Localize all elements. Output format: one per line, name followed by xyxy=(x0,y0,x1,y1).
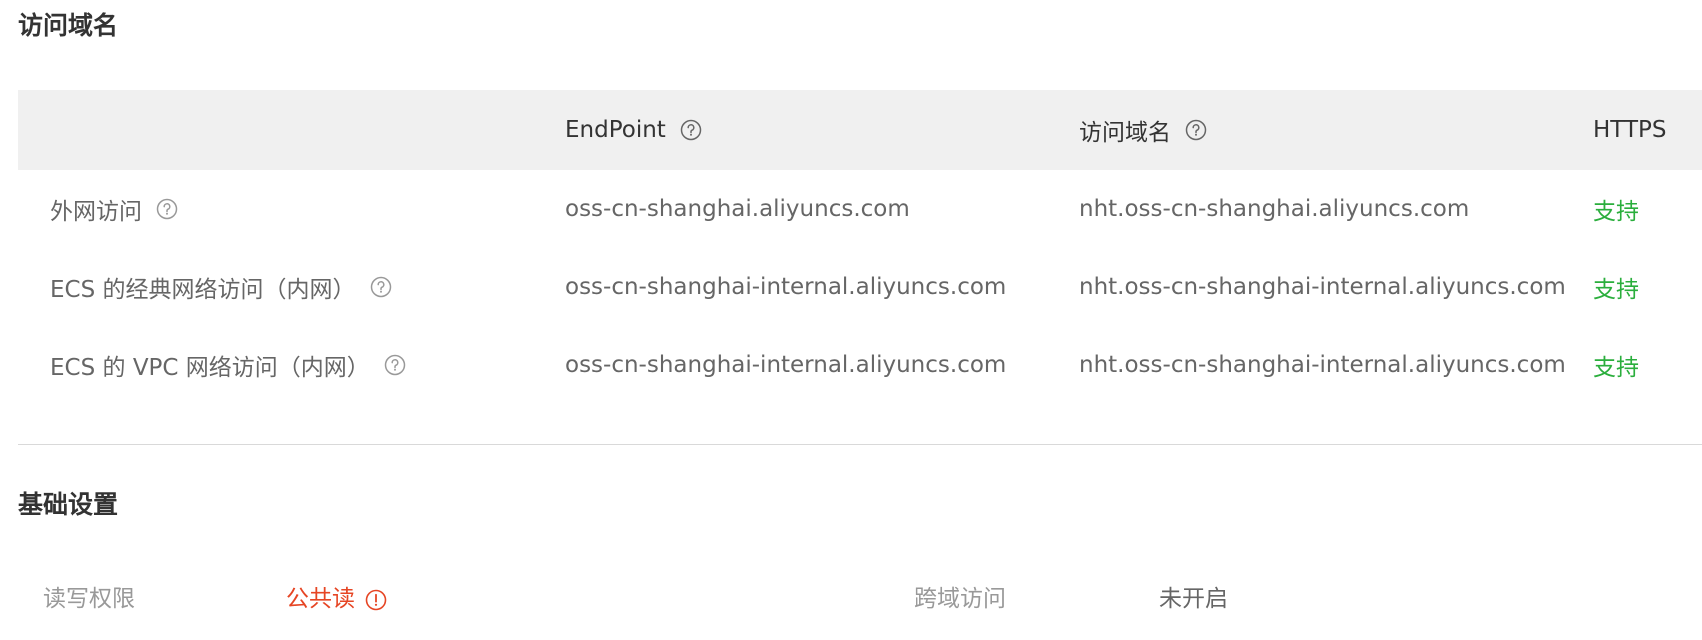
header-access-domain: 访问域名 xyxy=(1079,90,1207,170)
row-https-status: 支持 xyxy=(1593,355,1639,381)
row-type-label: ECS 的 VPC 网络访问（内网） xyxy=(50,355,370,381)
rw-permission-text: 公共读 xyxy=(286,586,355,612)
row-endpoint: oss-cn-shanghai.aliyuncs.com xyxy=(565,196,910,222)
table-row-ecs-vpc: ECS 的 VPC 网络访问（内网） oss-cn-shanghai-inter… xyxy=(18,326,1702,404)
header-https: HTTPS xyxy=(1593,90,1666,170)
rw-permission-label: 读写权限 xyxy=(43,586,135,612)
exclamation-circle-icon[interactable] xyxy=(365,589,387,611)
table-row-public: 外网访问 oss-cn-shanghai.aliyuncs.com nht.os… xyxy=(18,170,1702,248)
header-endpoint: EndPoint xyxy=(565,90,702,170)
question-circle-icon[interactable] xyxy=(156,198,178,220)
row-type: ECS 的经典网络访问（内网） xyxy=(50,248,392,326)
table-header: EndPoint 访问域名 HTTPS xyxy=(18,90,1702,170)
row-type-label: ECS 的经典网络访问（内网） xyxy=(50,277,356,303)
question-circle-icon[interactable] xyxy=(384,354,406,376)
question-circle-icon[interactable] xyxy=(1185,119,1207,141)
row-access-domain: nht.oss-cn-shanghai.aliyuncs.com xyxy=(1079,196,1470,222)
cors-value: 未开启 xyxy=(1159,586,1228,612)
section-divider xyxy=(18,444,1702,445)
header-endpoint-label: EndPoint xyxy=(565,117,666,143)
row-type: ECS 的 VPC 网络访问（内网） xyxy=(50,326,406,404)
table-row-ecs-classic: ECS 的经典网络访问（内网） oss-cn-shanghai-internal… xyxy=(18,248,1702,326)
cors-label: 跨域访问 xyxy=(914,586,1006,612)
row-endpoint: oss-cn-shanghai-internal.aliyuncs.com xyxy=(565,274,1007,300)
section-title-access-domain: 访问域名 xyxy=(18,11,119,40)
row-https-status: 支持 xyxy=(1593,277,1639,303)
section-title-basic-settings: 基础设置 xyxy=(18,490,119,519)
header-https-label: HTTPS xyxy=(1593,117,1667,143)
row-https-status: 支持 xyxy=(1593,199,1639,225)
question-circle-icon[interactable] xyxy=(370,276,392,298)
rw-permission-value: 公共读 xyxy=(286,588,387,611)
question-circle-icon[interactable] xyxy=(680,119,702,141)
endpoint-table: EndPoint 访问域名 HTTPS 外网访问 oss-cn-shanghai… xyxy=(18,90,1702,404)
row-type: 外网访问 xyxy=(50,170,178,248)
row-access-domain: nht.oss-cn-shanghai-internal.aliyuncs.co… xyxy=(1079,352,1566,378)
row-type-label: 外网访问 xyxy=(50,199,142,225)
row-access-domain: nht.oss-cn-shanghai-internal.aliyuncs.co… xyxy=(1079,274,1566,300)
row-endpoint: oss-cn-shanghai-internal.aliyuncs.com xyxy=(565,352,1007,378)
header-access-domain-label: 访问域名 xyxy=(1079,120,1171,146)
